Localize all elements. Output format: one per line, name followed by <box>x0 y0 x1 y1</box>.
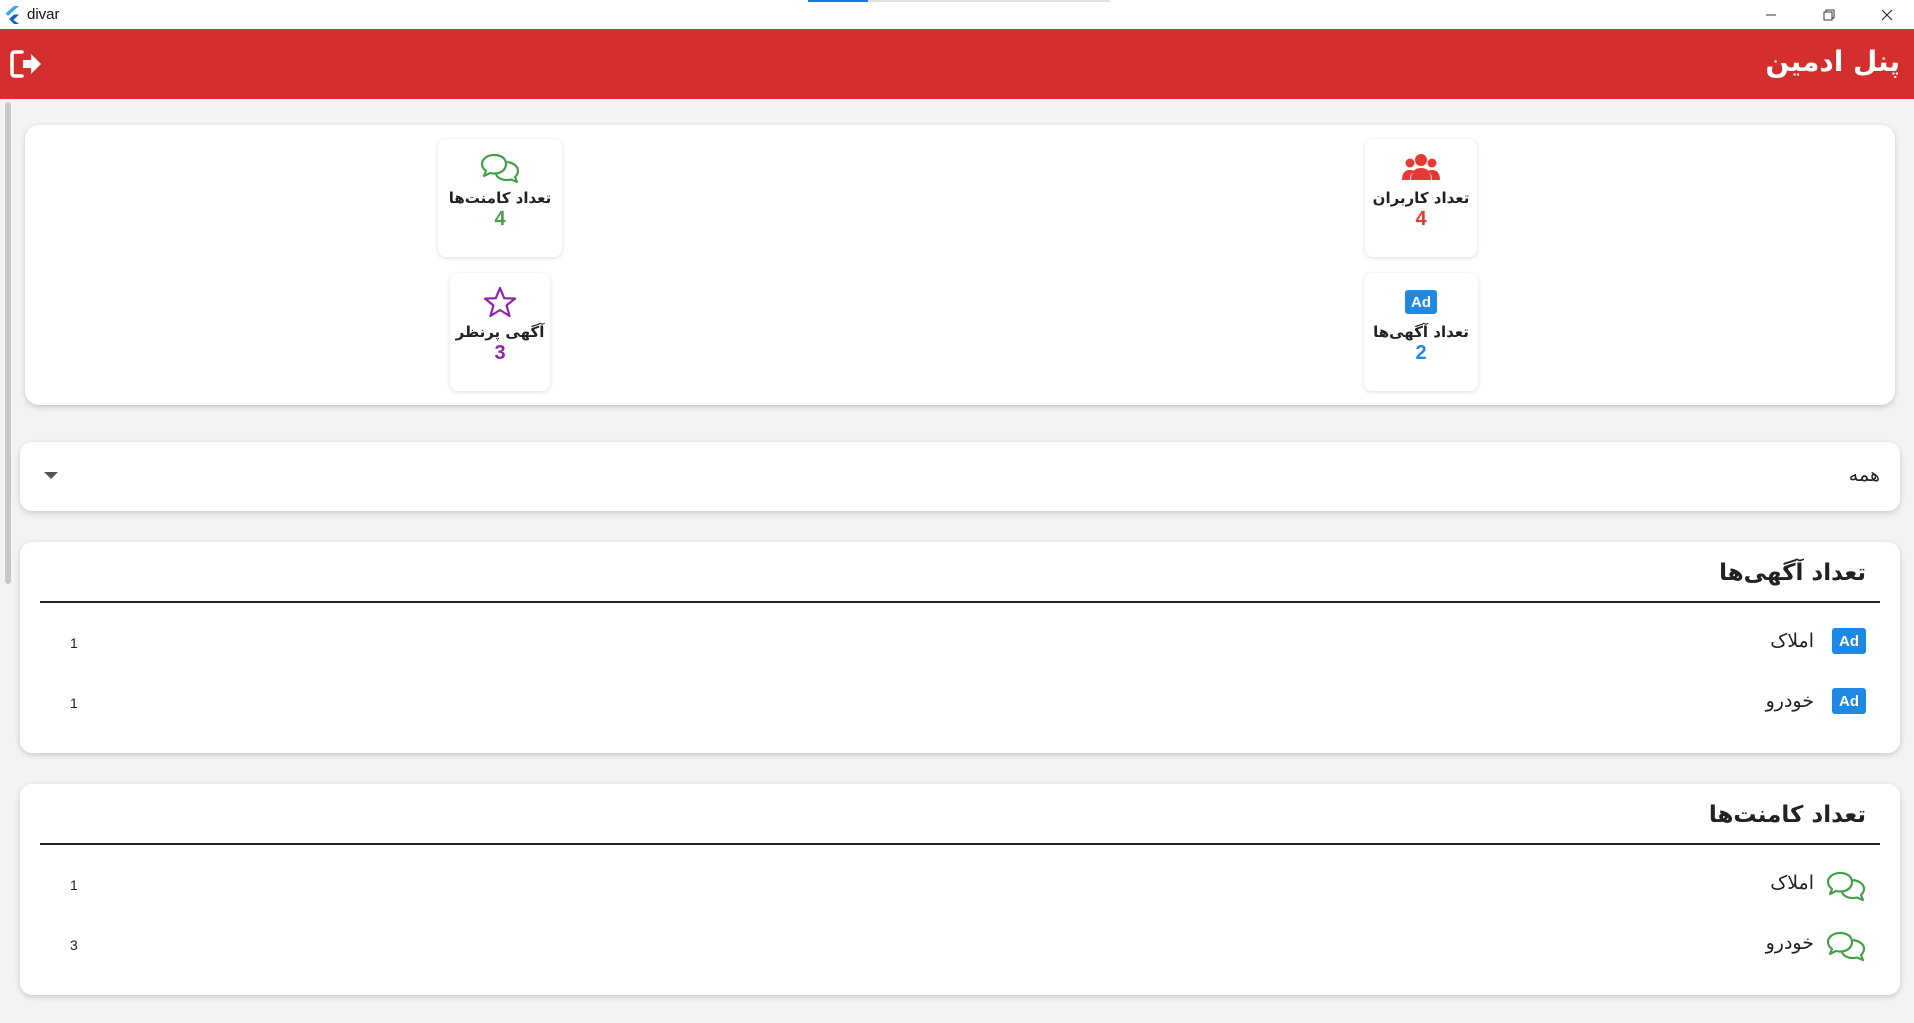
row-count: 1 <box>70 635 78 651</box>
list-item: 1 املاک <box>40 864 1880 904</box>
stat-users: تعداد کاربران 4 <box>1365 139 1477 257</box>
app-bar: پنل ادمین <box>0 29 1914 99</box>
dropdown-caret-icon <box>44 472 58 479</box>
star-icon <box>483 286 517 318</box>
category-dropdown[interactable]: همه <box>20 442 1900 511</box>
row-count: 1 <box>70 877 78 893</box>
ads-count-title: تعداد آگهی‌ها <box>1719 560 1866 586</box>
minimize-button[interactable] <box>1748 0 1794 29</box>
restore-icon <box>1823 9 1835 20</box>
stat-comments-value: 4 <box>494 208 506 230</box>
row-label: خودرو <box>1765 932 1814 954</box>
flutter-logo-icon <box>5 6 19 24</box>
stat-ads-value: 2 <box>1415 342 1427 364</box>
page-title: پنل ادمین <box>1765 45 1900 78</box>
stat-ads: Ad تعداد آگهی‌ها 2 <box>1364 273 1478 391</box>
stats-card: تعداد کاربران 4 تعداد کامنت‌ها 4 Ad تعدا… <box>25 125 1895 405</box>
users-icon <box>1402 154 1440 180</box>
dropdown-selected-value: همه <box>1848 464 1880 486</box>
comments-icon <box>480 153 520 184</box>
row-count: 1 <box>70 695 78 711</box>
ad-icon: Ad <box>1405 290 1437 314</box>
stat-popular-ads-label: آگهی پرنظر <box>455 323 545 341</box>
list-item: 1 املاک Ad <box>40 622 1880 662</box>
app-name: divar <box>27 6 60 23</box>
divider <box>40 843 1880 845</box>
stat-ads-label: تعداد آگهی‌ها <box>1373 323 1469 341</box>
ad-icon: Ad <box>1832 628 1866 654</box>
close-icon <box>1881 9 1893 20</box>
logout-icon[interactable] <box>10 49 42 79</box>
row-label: املاک <box>1770 872 1814 894</box>
stat-popular-ads-value: 3 <box>494 342 506 364</box>
stat-users-value: 4 <box>1415 208 1427 230</box>
list-item: 3 خودرو <box>40 924 1880 964</box>
row-label: املاک <box>1770 630 1814 652</box>
comments-count-card: تعداد کامنت‌ها 1 املاک 3 خودرو <box>20 784 1900 995</box>
scrollbar-thumb[interactable] <box>5 102 11 584</box>
row-label: خودرو <box>1765 690 1814 712</box>
row-count: 3 <box>70 937 78 953</box>
minimize-icon <box>1766 14 1776 15</box>
ad-icon: Ad <box>1832 688 1866 714</box>
stat-popular-ads: آگهی پرنظر 3 <box>450 273 550 391</box>
titlebar-tab-active <box>808 0 868 2</box>
ads-count-card: تعداد آگهی‌ها 1 املاک Ad 1 خودرو Ad <box>20 542 1900 753</box>
window-titlebar: divar <box>0 0 1914 29</box>
comments-icon <box>1826 871 1866 902</box>
stat-comments: تعداد کامنت‌ها 4 <box>438 139 562 257</box>
list-item: 1 خودرو Ad <box>40 682 1880 722</box>
stat-users-label: تعداد کاربران <box>1372 189 1470 207</box>
comments-icon <box>1826 931 1866 962</box>
divider <box>40 601 1880 603</box>
close-button[interactable] <box>1864 0 1910 29</box>
restore-button[interactable] <box>1806 0 1852 29</box>
stat-comments-label: تعداد کامنت‌ها <box>448 189 552 207</box>
comments-count-title: تعداد کامنت‌ها <box>1708 802 1866 828</box>
